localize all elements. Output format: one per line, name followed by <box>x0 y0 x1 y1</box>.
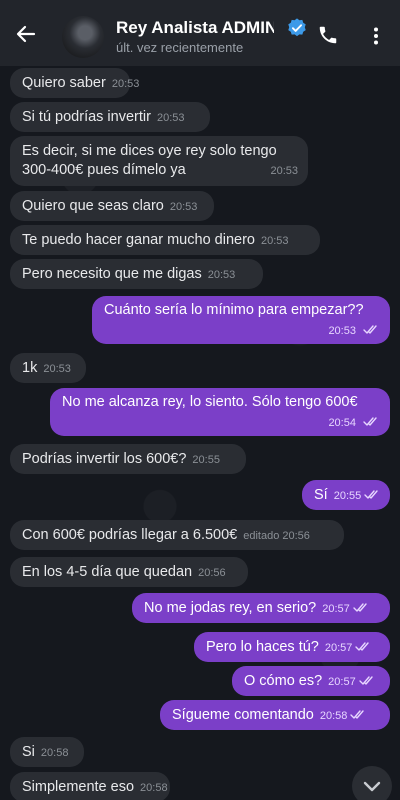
message-time: editado 20:56 <box>243 530 310 542</box>
message-text: 300-400€ pues dímelo ya <box>22 162 186 178</box>
message-incoming[interactable]: En los 4-5 día que quedan 20:56 <box>10 557 248 587</box>
double-check-icon <box>359 676 373 685</box>
message-time: 20:53 <box>169 201 198 213</box>
message-incoming[interactable]: 1k 20:53 <box>10 353 86 383</box>
message-time: 20:58 <box>140 782 168 794</box>
message-incoming[interactable]: Quiero saber 20:53 <box>10 68 139 98</box>
more-vertical-icon[interactable] <box>366 26 386 46</box>
message-time: 20:58 <box>40 747 69 759</box>
message-text: Cuánto sería lo mínimo para empezar?? <box>104 302 364 318</box>
message-text: En los 4-5 día que quedan <box>22 564 193 580</box>
message-list[interactable]: Quiero saber 20:53 Si tú podrías invertir… <box>0 66 400 800</box>
message-outgoing[interactable]: Pero lo haces tú? 20:57 <box>194 632 390 662</box>
back-arrow-icon[interactable] <box>14 22 38 46</box>
message-incoming[interactable]: Podrías invertir los 600€? 20:55 <box>10 444 246 474</box>
message-text: Si tú podrías invertir <box>22 109 151 125</box>
message-outgoing[interactable]: Sígueme comentando 20:58 <box>160 700 390 730</box>
last-seen-status: últ. vez recientemente <box>116 40 244 55</box>
message-outgoing[interactable]: No me alcanza rey, lo siento. Sólo tengo… <box>50 388 390 436</box>
scroll-to-bottom-button[interactable] <box>352 766 392 800</box>
message-text: Si <box>22 744 35 760</box>
contact-name[interactable]: Rey Analista ADMIN <box>116 18 274 38</box>
message-text: Sígueme comentando <box>172 707 314 723</box>
message-time: 20:53 <box>43 363 71 375</box>
message-text: O cómo es? <box>244 673 323 689</box>
message-time: 20:57 <box>322 603 350 615</box>
message-incoming[interactable]: Con 600€ podrías llegar a 6.500€ editado … <box>10 520 344 550</box>
message-text: Quiero que seas claro <box>22 198 164 214</box>
message-text: Con 600€ podrías llegar a 6.500€ <box>22 527 238 543</box>
message-time: 20:53 <box>111 78 140 90</box>
message-time: 20:57 <box>324 642 353 654</box>
message-text: Pero lo haces tú? <box>206 639 319 655</box>
message-text: Simplemente eso <box>22 779 135 795</box>
message-text: 1k <box>22 360 38 376</box>
message-time: 20:58 <box>319 710 348 722</box>
message-text: No me alcanza rey, lo siento. Sólo tengo… <box>62 394 358 410</box>
message-time: 20:53 <box>260 235 289 247</box>
message-outgoing[interactable]: O cómo es? 20:57 <box>232 666 390 696</box>
chat-header: Rey Analista ADMIN últ. vez recientement… <box>0 0 400 66</box>
chevron-down-icon <box>363 781 381 792</box>
message-incoming[interactable]: Simplemente eso 20:58 <box>10 772 170 800</box>
avatar[interactable] <box>62 16 104 58</box>
message-text: Es decir, si me dices oye rey solo tengo <box>22 143 277 159</box>
message-incoming[interactable]: Pero necesito que me digas 20:53 <box>10 259 263 289</box>
message-outgoing[interactable]: No me jodas rey, en serio? 20:57 <box>132 593 390 623</box>
message-incoming[interactable]: Si tú podrías invertir 20:53 <box>10 102 210 132</box>
double-check-icon <box>353 603 367 612</box>
message-outgoing[interactable]: Cuánto sería lo mínimo para empezar?? 20… <box>92 296 390 344</box>
message-text: No me jodas rey, en serio? <box>144 600 317 616</box>
verified-icon <box>288 18 306 37</box>
message-outgoing[interactable]: Sí 20:55 <box>302 480 390 510</box>
double-check-icon <box>350 710 365 719</box>
message-incoming[interactable]: Quiero que seas claro 20:53 <box>10 191 214 221</box>
message-time: 20:53 <box>207 269 236 281</box>
message-text: Te puedo hacer ganar mucho dinero <box>22 232 255 248</box>
message-incoming[interactable]: Si 20:58 <box>10 737 84 767</box>
message-time: 20:54 <box>328 417 356 429</box>
double-check-icon <box>364 490 378 499</box>
message-text: Podrías invertir los 600€? <box>22 451 187 467</box>
double-check-icon <box>355 642 370 651</box>
message-time: 20:53 <box>270 165 298 177</box>
message-text: Quiero saber <box>22 75 106 91</box>
double-check-icon <box>363 417 377 426</box>
message-text: Pero necesito que me digas <box>22 266 202 282</box>
message-time: 20:53 <box>156 112 185 124</box>
message-time: 20:53 <box>328 325 356 337</box>
message-time: 20:55 <box>192 454 220 466</box>
message-time: 20:57 <box>328 676 356 688</box>
message-incoming[interactable]: Es decir, si me dices oye rey solo tengo… <box>10 136 308 186</box>
message-incoming[interactable]: Te puedo hacer ganar mucho dinero 20:53 <box>10 225 320 255</box>
double-check-icon <box>363 325 377 334</box>
message-text: Sí <box>314 487 328 503</box>
phone-icon[interactable] <box>317 24 339 46</box>
message-time: 20:56 <box>198 567 226 579</box>
message-time: 20:55 <box>333 490 362 502</box>
